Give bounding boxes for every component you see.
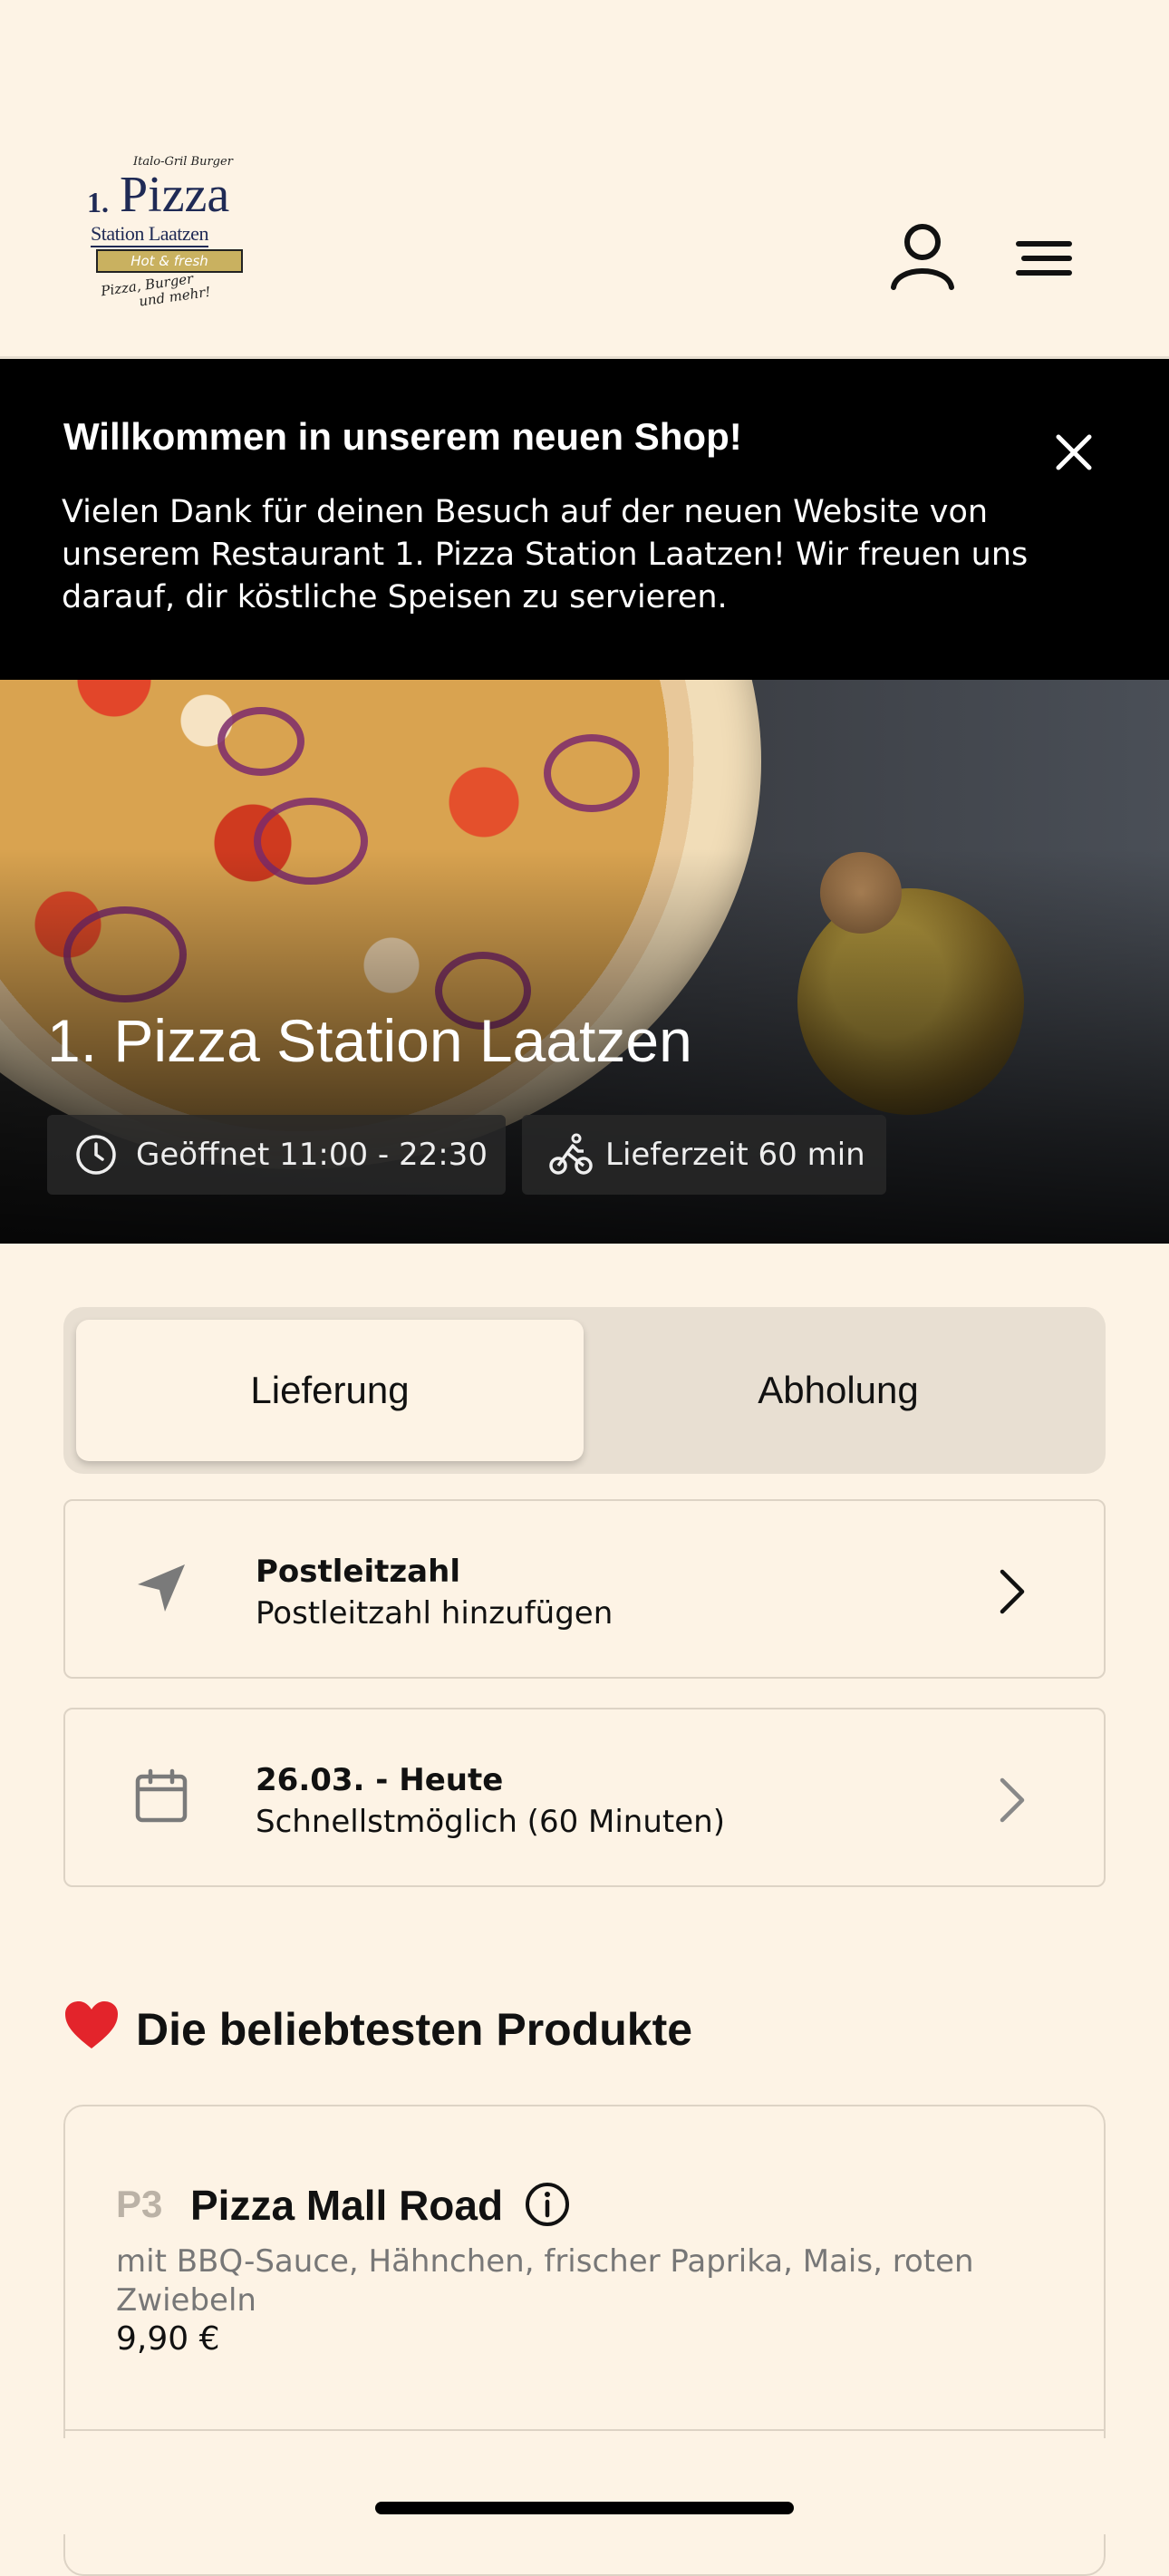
zip-code-selector[interactable]: Postleitzahl Postleitzahl hinzufügen: [63, 1499, 1106, 1679]
location-arrow-icon: [132, 1559, 190, 1621]
chevron-right-icon: [990, 1564, 1035, 1622]
opening-hours-text: Geöffnet 11:00 - 22:30: [136, 1137, 488, 1173]
logo-ribbon: Hot & fresh: [96, 249, 243, 273]
tab-abholung[interactable]: Abholung: [584, 1320, 1092, 1461]
menu-icon[interactable]: [1013, 231, 1075, 286]
opening-hours-badge: Geöffnet 11:00 - 22:30: [47, 1115, 506, 1195]
home-indicator[interactable]: [375, 2502, 794, 2514]
logo-tagline: Pizza, Burger und mehr!: [100, 270, 212, 310]
logo-name: Pizza: [120, 167, 230, 223]
zip-code-subtitle: Postleitzahl hinzufügen: [256, 1595, 613, 1632]
user-icon[interactable]: [888, 222, 957, 291]
date-subtitle: Schnellstmöglich (60 Minuten): [256, 1804, 725, 1840]
info-icon[interactable]: [524, 2181, 571, 2228]
product-code: P3: [116, 2183, 163, 2225]
heart-icon: [63, 2000, 120, 2061]
restaurant-logo[interactable]: Italo-Gril Burger 1. Pizza Station Laatz…: [83, 150, 256, 313]
clock-icon: [76, 1135, 116, 1175]
popular-products-title: Die beliebtesten Produkte: [63, 2000, 692, 2061]
bike-icon: [549, 1133, 593, 1175]
logo-station: Station Laatzen: [91, 222, 208, 247]
delivery-time-text: Lieferzeit 60 min: [605, 1137, 865, 1173]
product-price: 9,90 €: [116, 2320, 220, 2358]
banner-title: Willkommen in unserem neuen Shop!: [63, 415, 742, 458]
welcome-banner: Willkommen in unserem neuen Shop! Vielen…: [0, 359, 1169, 680]
zip-code-title: Postleitzahl: [256, 1554, 460, 1590]
date-title: 26.03. - Heute: [256, 1762, 504, 1798]
divider: [65, 2429, 1104, 2431]
delivery-time-badge: Lieferzeit 60 min: [522, 1115, 886, 1195]
header: Italo-Gril Burger 1. Pizza Station Laatz…: [0, 0, 1169, 359]
product-name: Pizza Mall Road: [190, 2182, 504, 2229]
banner-text: Vielen Dank für deinen Besuch auf der ne…: [62, 494, 1029, 615]
close-icon[interactable]: [1051, 430, 1097, 475]
logo-number: 1.: [87, 186, 109, 218]
chevron-right-icon: [990, 1773, 1035, 1831]
delivery-time-selector[interactable]: 26.03. - Heute Schnellstmöglich (60 Minu…: [63, 1708, 1106, 1887]
calendar-icon: [132, 1767, 190, 1829]
product-description: mit BBQ-Sauce, Hähnchen, frischer Paprik…: [116, 2243, 974, 2319]
restaurant-title: 1. Pizza Station Laatzen: [47, 1007, 692, 1074]
tab-lieferung[interactable]: Lieferung: [76, 1320, 584, 1461]
order-mode-toggle: Lieferung Abholung: [63, 1307, 1106, 1474]
hero-image: 1. Pizza Station Laatzen Geöffnet 11:00 …: [0, 680, 1169, 1244]
